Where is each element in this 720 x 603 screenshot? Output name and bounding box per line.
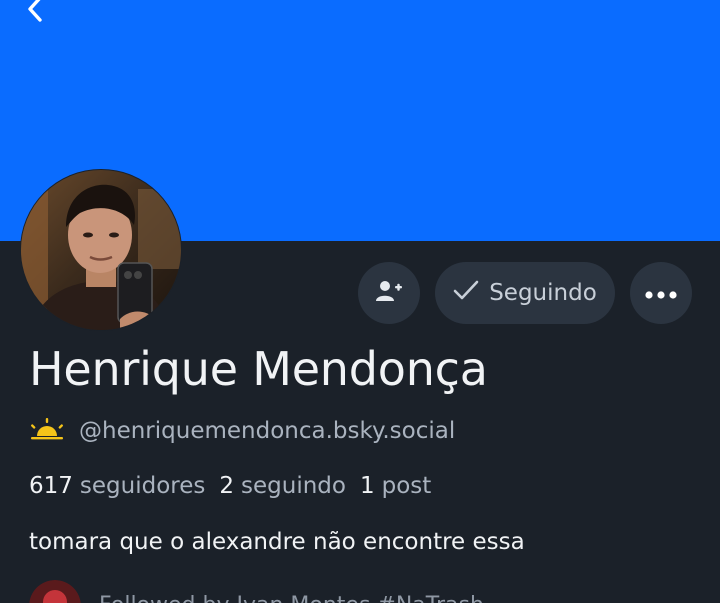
following-count: 2 — [219, 473, 235, 499]
following-button-label: Seguindo — [489, 280, 597, 306]
followers-label: seguidores — [79, 473, 206, 499]
profile-page: Seguindo Henrique Mendonça @henriquemend… — [0, 0, 720, 603]
check-icon — [453, 279, 479, 307]
more-options-button[interactable] — [630, 262, 692, 324]
following-stat[interactable]: 2 seguindo — [219, 473, 346, 499]
add-user-button[interactable] — [358, 262, 420, 324]
posts-count: 1 — [359, 473, 375, 499]
posts-stat: 1 post — [360, 473, 431, 499]
add-user-icon — [375, 279, 403, 307]
followed-by-text: Followed by Ivan Montes #NaTrash — [99, 593, 484, 603]
avatar[interactable] — [20, 169, 182, 331]
handle[interactable]: @henriquemendonca.bsky.social — [79, 418, 455, 444]
following-button[interactable]: Seguindo — [435, 262, 615, 324]
display-name: Henrique Mendonça — [29, 342, 488, 396]
following-label: seguindo — [241, 473, 346, 499]
profile-stats: 617 seguidores 2 seguindo 1 post — [29, 473, 431, 499]
more-dots-icon — [645, 284, 677, 303]
followers-stat[interactable]: 617 seguidores — [29, 473, 205, 499]
follower-avatar — [29, 580, 81, 603]
posts-label: post — [381, 473, 432, 499]
followers-count: 617 — [29, 473, 73, 499]
followed-by-row[interactable]: Followed by Ivan Montes #NaTrash — [29, 580, 484, 603]
handle-row: @henriquemendonca.bsky.social — [29, 418, 455, 444]
back-button[interactable] — [18, 0, 52, 28]
profile-bio: tomara que o alexandre não encontre essa — [29, 529, 525, 555]
back-chevron-icon — [25, 0, 45, 28]
sunrise-badge-icon — [29, 418, 65, 444]
